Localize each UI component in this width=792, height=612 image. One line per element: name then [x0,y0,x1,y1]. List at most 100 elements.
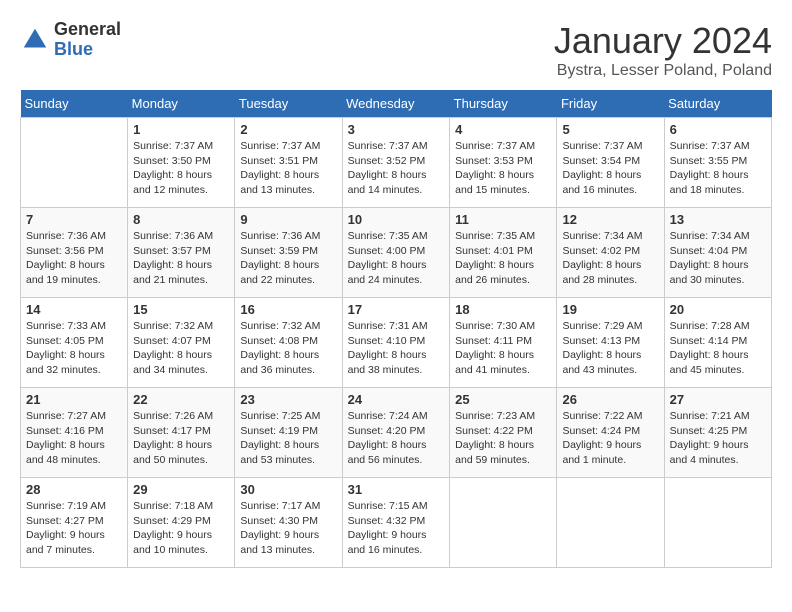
calendar-cell: 23 Sunrise: 7:25 AM Sunset: 4:19 PM Dayli… [235,388,342,478]
calendar-cell: 4Sunrise: 7:37 AM Sunset: 3:53 PM Daylig… [450,118,557,208]
day-info: Sunrise: 7:29 AM Sunset: 4:13 PM Dayligh… [562,319,658,378]
day-info: Sunrise: 7:30 AM Sunset: 4:11 PM Dayligh… [455,319,551,378]
day-number: 12 [562,212,658,227]
day-number: 27 [670,392,766,407]
calendar-week-5: 28 Sunrise: 7:19 AM Sunset: 4:27 PM Dayli… [21,478,772,568]
calendar-cell: 3 Sunrise: 7:37 AM Sunset: 3:52 PM Daylig… [342,118,450,208]
calendar-cell: 29 Sunrise: 7:18 AM Sunset: 4:29 PM Dayli… [128,478,235,568]
calendar-week-1: 1 Sunrise: 7:37 AM Sunset: 3:50 PM Daylig… [21,118,772,208]
day-number: 3 [348,122,445,137]
month-title: January 2024 [554,20,772,62]
calendar-cell: 20Sunrise: 7:28 AM Sunset: 4:14 PM Dayli… [664,298,771,388]
calendar-cell: 12 Sunrise: 7:34 AM Sunset: 4:02 PM Dayli… [557,208,664,298]
calendar-cell: 25 Sunrise: 7:23 AM Sunset: 4:22 PM Dayli… [450,388,557,478]
calendar-table: Sunday Monday Tuesday Wednesday Thursday… [20,90,772,568]
weekday-header-row: Sunday Monday Tuesday Wednesday Thursday… [21,90,772,118]
calendar-cell: 30 Sunrise: 7:17 AM Sunset: 4:30 PM Dayli… [235,478,342,568]
day-info: Sunrise: 7:15 AM Sunset: 4:32 PM Dayligh… [348,499,445,558]
calendar-cell: 7 Sunrise: 7:36 AM Sunset: 3:56 PM Daylig… [21,208,128,298]
title-section: January 2024 Bystra, Lesser Poland, Pola… [554,20,772,80]
header-monday: Monday [128,90,235,118]
day-number: 25 [455,392,551,407]
day-info: Sunrise: 7:37 AM Sunset: 3:55 PM Dayligh… [670,139,766,198]
day-number: 11 [455,212,551,227]
day-info: Sunrise: 7:21 AM Sunset: 4:25 PM Dayligh… [670,409,766,468]
logo: General Blue [20,20,121,60]
calendar-cell: 6 Sunrise: 7:37 AM Sunset: 3:55 PM Daylig… [664,118,771,208]
calendar-cell: 22 Sunrise: 7:26 AM Sunset: 4:17 PM Dayli… [128,388,235,478]
calendar-cell [557,478,664,568]
day-info: Sunrise: 7:18 AM Sunset: 4:29 PM Dayligh… [133,499,229,558]
day-info: Sunrise: 7:27 AM Sunset: 4:16 PM Dayligh… [26,409,122,468]
calendar-cell: 21 Sunrise: 7:27 AM Sunset: 4:16 PM Dayli… [21,388,128,478]
calendar-cell: 19Sunrise: 7:29 AM Sunset: 4:13 PM Dayli… [557,298,664,388]
day-number: 29 [133,482,229,497]
day-number: 5 [562,122,658,137]
day-info: Sunrise: 7:19 AM Sunset: 4:27 PM Dayligh… [26,499,122,558]
day-number: 21 [26,392,122,407]
day-number: 6 [670,122,766,137]
calendar-cell: 14 Sunrise: 7:33 AM Sunset: 4:05 PM Dayli… [21,298,128,388]
logo-icon [20,25,50,55]
calendar-cell: 27 Sunrise: 7:21 AM Sunset: 4:25 PM Dayli… [664,388,771,478]
header-tuesday: Tuesday [235,90,342,118]
day-info: Sunrise: 7:36 AM Sunset: 3:56 PM Dayligh… [26,229,122,288]
day-info: Sunrise: 7:31 AM Sunset: 4:10 PM Dayligh… [348,319,445,378]
day-number: 14 [26,302,122,317]
day-number: 7 [26,212,122,227]
day-info: Sunrise: 7:37 AM Sunset: 3:52 PM Dayligh… [348,139,445,198]
calendar-week-4: 21 Sunrise: 7:27 AM Sunset: 4:16 PM Dayli… [21,388,772,478]
day-info: Sunrise: 7:17 AM Sunset: 4:30 PM Dayligh… [240,499,336,558]
calendar-cell: 28 Sunrise: 7:19 AM Sunset: 4:27 PM Dayli… [21,478,128,568]
day-number: 10 [348,212,445,227]
day-number: 13 [670,212,766,227]
calendar-cell: 10 Sunrise: 7:35 AM Sunset: 4:00 PM Dayli… [342,208,450,298]
day-number: 26 [562,392,658,407]
location: Bystra, Lesser Poland, Poland [554,62,772,80]
day-info: Sunrise: 7:25 AM Sunset: 4:19 PM Dayligh… [240,409,336,468]
day-info: Sunrise: 7:34 AM Sunset: 4:02 PM Dayligh… [562,229,658,288]
calendar-cell: 16 Sunrise: 7:32 AM Sunset: 4:08 PM Dayli… [235,298,342,388]
calendar-cell: 1 Sunrise: 7:37 AM Sunset: 3:50 PM Daylig… [128,118,235,208]
day-number: 23 [240,392,336,407]
day-number: 17 [348,302,445,317]
day-info: Sunrise: 7:32 AM Sunset: 4:07 PM Dayligh… [133,319,229,378]
day-number: 4 [455,122,551,137]
day-number: 2 [240,122,336,137]
day-number: 24 [348,392,445,407]
header-friday: Friday [557,90,664,118]
day-number: 1 [133,122,229,137]
header-wednesday: Wednesday [342,90,450,118]
day-info: Sunrise: 7:32 AM Sunset: 4:08 PM Dayligh… [240,319,336,378]
day-info: Sunrise: 7:36 AM Sunset: 3:59 PM Dayligh… [240,229,336,288]
day-info: Sunrise: 7:35 AM Sunset: 4:01 PM Dayligh… [455,229,551,288]
day-number: 22 [133,392,229,407]
day-number: 18 [455,302,551,317]
day-info: Sunrise: 7:36 AM Sunset: 3:57 PM Dayligh… [133,229,229,288]
day-number: 9 [240,212,336,227]
day-info: Sunrise: 7:37 AM Sunset: 3:51 PM Dayligh… [240,139,336,198]
day-number: 30 [240,482,336,497]
calendar-cell: 17 Sunrise: 7:31 AM Sunset: 4:10 PM Dayli… [342,298,450,388]
day-number: 8 [133,212,229,227]
day-number: 20 [670,302,766,317]
calendar-cell: 9 Sunrise: 7:36 AM Sunset: 3:59 PM Daylig… [235,208,342,298]
day-number: 28 [26,482,122,497]
calendar-cell [450,478,557,568]
calendar-cell: 2 Sunrise: 7:37 AM Sunset: 3:51 PM Daylig… [235,118,342,208]
calendar-cell: 11 Sunrise: 7:35 AM Sunset: 4:01 PM Dayli… [450,208,557,298]
day-info: Sunrise: 7:22 AM Sunset: 4:24 PM Dayligh… [562,409,658,468]
day-info: Sunrise: 7:26 AM Sunset: 4:17 PM Dayligh… [133,409,229,468]
day-info: Sunrise: 7:33 AM Sunset: 4:05 PM Dayligh… [26,319,122,378]
day-info: Sunrise: 7:23 AM Sunset: 4:22 PM Dayligh… [455,409,551,468]
header-saturday: Saturday [664,90,771,118]
day-info: Sunrise: 7:37 AM Sunset: 3:50 PM Dayligh… [133,139,229,198]
page-header: General Blue January 2024 Bystra, Lesser… [20,20,772,80]
calendar-cell: 24Sunrise: 7:24 AM Sunset: 4:20 PM Dayli… [342,388,450,478]
header-sunday: Sunday [21,90,128,118]
calendar-cell: 26 Sunrise: 7:22 AM Sunset: 4:24 PM Dayli… [557,388,664,478]
day-info: Sunrise: 7:35 AM Sunset: 4:00 PM Dayligh… [348,229,445,288]
calendar-week-2: 7 Sunrise: 7:36 AM Sunset: 3:56 PM Daylig… [21,208,772,298]
day-number: 16 [240,302,336,317]
day-number: 31 [348,482,445,497]
